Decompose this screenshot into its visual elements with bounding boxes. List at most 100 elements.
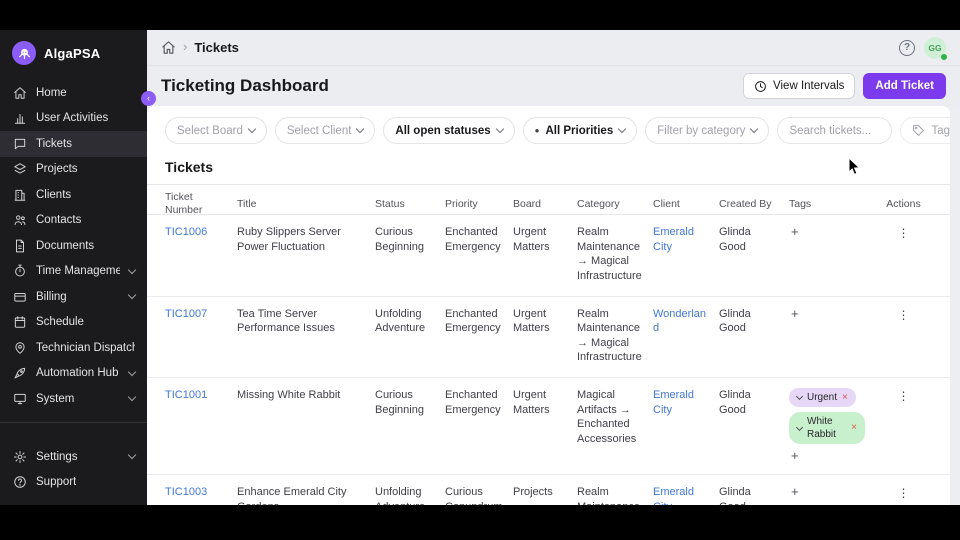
- priority-dot-icon: ●: [535, 127, 540, 135]
- tags-cell: +: [789, 225, 875, 238]
- table-section-title: Tickets: [165, 159, 932, 175]
- row-actions-menu-icon[interactable]: ⋮: [892, 485, 916, 501]
- add-ticket-button[interactable]: Add Ticket: [863, 73, 946, 99]
- tags-filter-button[interactable]: Tags Filter: [900, 117, 950, 144]
- row-actions-menu-icon[interactable]: ⋮: [892, 225, 916, 241]
- actions-cell: ⋮: [875, 485, 932, 502]
- table-header-row: Ticket Number Title Status Priority Boar…: [147, 184, 950, 215]
- ticket-number-link[interactable]: TIC1003: [165, 485, 237, 500]
- ticket-number-link[interactable]: TIC1001: [165, 388, 237, 403]
- col-header-priority[interactable]: Priority: [445, 198, 513, 211]
- chevron-down-icon: [796, 393, 803, 400]
- actions-cell: ⋮: [875, 307, 932, 324]
- ticket-category: Realm Maintenance → Magical Infrastructu…: [577, 485, 653, 505]
- gear-icon: [12, 449, 27, 464]
- chevron-down-icon: [495, 125, 503, 133]
- chevron-down-icon: [128, 291, 136, 299]
- client-link[interactable]: Emerald City: [653, 388, 719, 417]
- add-tag-button[interactable]: +: [789, 307, 801, 320]
- sidebar-item-support[interactable]: Support: [0, 470, 147, 496]
- sidebar-item-settings[interactable]: Settings: [0, 444, 147, 470]
- col-header-tags: Tags: [789, 198, 875, 211]
- sidebar-item-documents[interactable]: Documents: [0, 233, 147, 259]
- chevron-down-icon: [128, 393, 136, 401]
- col-header-board[interactable]: Board: [513, 198, 577, 211]
- col-header-ticket-number[interactable]: Ticket Number: [165, 191, 237, 217]
- layers-icon: [12, 162, 27, 177]
- client-link[interactable]: Emerald City: [653, 225, 719, 254]
- select-board-dropdown[interactable]: Select Board: [165, 117, 267, 144]
- page-header: Ticketing Dashboard View Intervals Add T…: [147, 66, 960, 106]
- remove-tag-icon[interactable]: ×: [842, 393, 848, 403]
- stopwatch-icon: [12, 264, 27, 279]
- search-input[interactable]: [777, 117, 892, 144]
- ticket-category: Realm Maintenance → Magical Infrastructu…: [577, 307, 653, 366]
- ticket-number-link[interactable]: TIC1007: [165, 307, 237, 322]
- client-link[interactable]: Wonderland: [653, 307, 719, 336]
- ticket-status: Unfolding Adventure: [375, 485, 445, 505]
- sidebar-item-projects[interactable]: Projects: [0, 157, 147, 183]
- sidebar-item-technician-dispatch[interactable]: Technician Dispatch: [0, 335, 147, 361]
- chevron-down-icon: [248, 125, 256, 133]
- chevron-down-icon: [796, 423, 803, 430]
- col-header-created-by[interactable]: Created By: [719, 198, 789, 211]
- col-header-category[interactable]: Category: [577, 198, 653, 211]
- category-filter-dropdown[interactable]: Filter by category: [645, 117, 769, 144]
- home-breadcrumb-icon[interactable]: [161, 40, 176, 55]
- ticket-number-link[interactable]: TIC1006: [165, 225, 237, 240]
- tag-pill-white-rabbit[interactable]: White Rabbit ×: [789, 412, 865, 444]
- sidebar-item-clients[interactable]: Clients: [0, 182, 147, 208]
- app-window: AlgaPSA Home User Activities Tickets Pro…: [0, 30, 960, 505]
- view-intervals-button[interactable]: View Intervals: [743, 73, 855, 99]
- ticket-created-by: Glinda Good: [719, 307, 789, 336]
- sidebar-item-schedule[interactable]: Schedule: [0, 310, 147, 336]
- sidebar-item-user-activities[interactable]: User Activities: [0, 106, 147, 132]
- map-pin-icon: [12, 340, 27, 355]
- add-tag-button[interactable]: +: [789, 485, 801, 498]
- tags-cell: +: [789, 307, 875, 320]
- remove-tag-icon[interactable]: ×: [851, 423, 857, 433]
- ticket-status: Curious Beginning: [375, 225, 445, 254]
- ticket-board: Urgent Matters: [513, 388, 577, 417]
- octopus-logo-icon: [12, 41, 36, 65]
- ticket-category: Magical Artifacts → Enchanted Accessorie…: [577, 388, 653, 447]
- status-filter-dropdown[interactable]: All open statuses: [383, 117, 514, 144]
- ticket-priority: Enchanted Emergency: [445, 388, 513, 417]
- tag-pill-urgent[interactable]: Urgent ×: [789, 388, 856, 407]
- col-header-client[interactable]: Client: [653, 198, 719, 211]
- add-tag-button[interactable]: +: [789, 225, 801, 238]
- col-header-status[interactable]: Status: [375, 198, 445, 211]
- breadcrumb-current[interactable]: Tickets: [194, 40, 239, 55]
- building-icon: [12, 187, 27, 202]
- sidebar-item-billing[interactable]: Billing: [0, 284, 147, 310]
- sidebar-item-automation-hub[interactable]: Automation Hub: [0, 361, 147, 387]
- ticket-board: Urgent Matters: [513, 225, 577, 254]
- ticket-priority: Enchanted Emergency: [445, 307, 513, 336]
- select-client-dropdown[interactable]: Select Client: [275, 117, 376, 144]
- sidebar-item-time-management[interactable]: Time Management: [0, 259, 147, 285]
- tags-cell: Urgent × White Rabbit × +: [789, 388, 875, 462]
- ticket-title: Ruby Slippers Server Power Fluctuation: [237, 225, 375, 254]
- sidebar-item-home[interactable]: Home: [0, 80, 147, 106]
- client-link[interactable]: Emerald City: [653, 485, 719, 505]
- ticket-title: Missing White Rabbit: [237, 388, 375, 403]
- priority-filter-dropdown[interactable]: ● All Priorities: [523, 117, 638, 144]
- breadcrumb: › Tickets ? GG: [147, 30, 960, 66]
- sidebar-nav: Home User Activities Tickets Projects Cl…: [0, 80, 147, 412]
- sidebar-item-system[interactable]: System: [0, 386, 147, 412]
- help-icon[interactable]: ?: [899, 40, 915, 56]
- main-area: › Tickets ? GG Ticketing Dashboard View …: [147, 30, 960, 505]
- sidebar-item-tickets[interactable]: Tickets: [0, 131, 147, 157]
- row-actions-menu-icon[interactable]: ⋮: [892, 388, 916, 404]
- sidebar-item-contacts[interactable]: Contacts: [0, 208, 147, 234]
- row-actions-menu-icon[interactable]: ⋮: [892, 307, 916, 323]
- add-tag-button[interactable]: +: [789, 449, 801, 462]
- col-header-actions: Actions: [875, 198, 932, 211]
- sidebar-collapse-button[interactable]: ‹: [141, 91, 156, 106]
- app-logo[interactable]: AlgaPSA: [0, 30, 147, 74]
- avatar[interactable]: GG: [924, 37, 946, 59]
- people-icon: [12, 213, 27, 228]
- help-circle-icon: [12, 475, 27, 490]
- ticket-created-by: Glinda Good: [719, 388, 789, 417]
- col-header-title[interactable]: Title: [237, 198, 375, 211]
